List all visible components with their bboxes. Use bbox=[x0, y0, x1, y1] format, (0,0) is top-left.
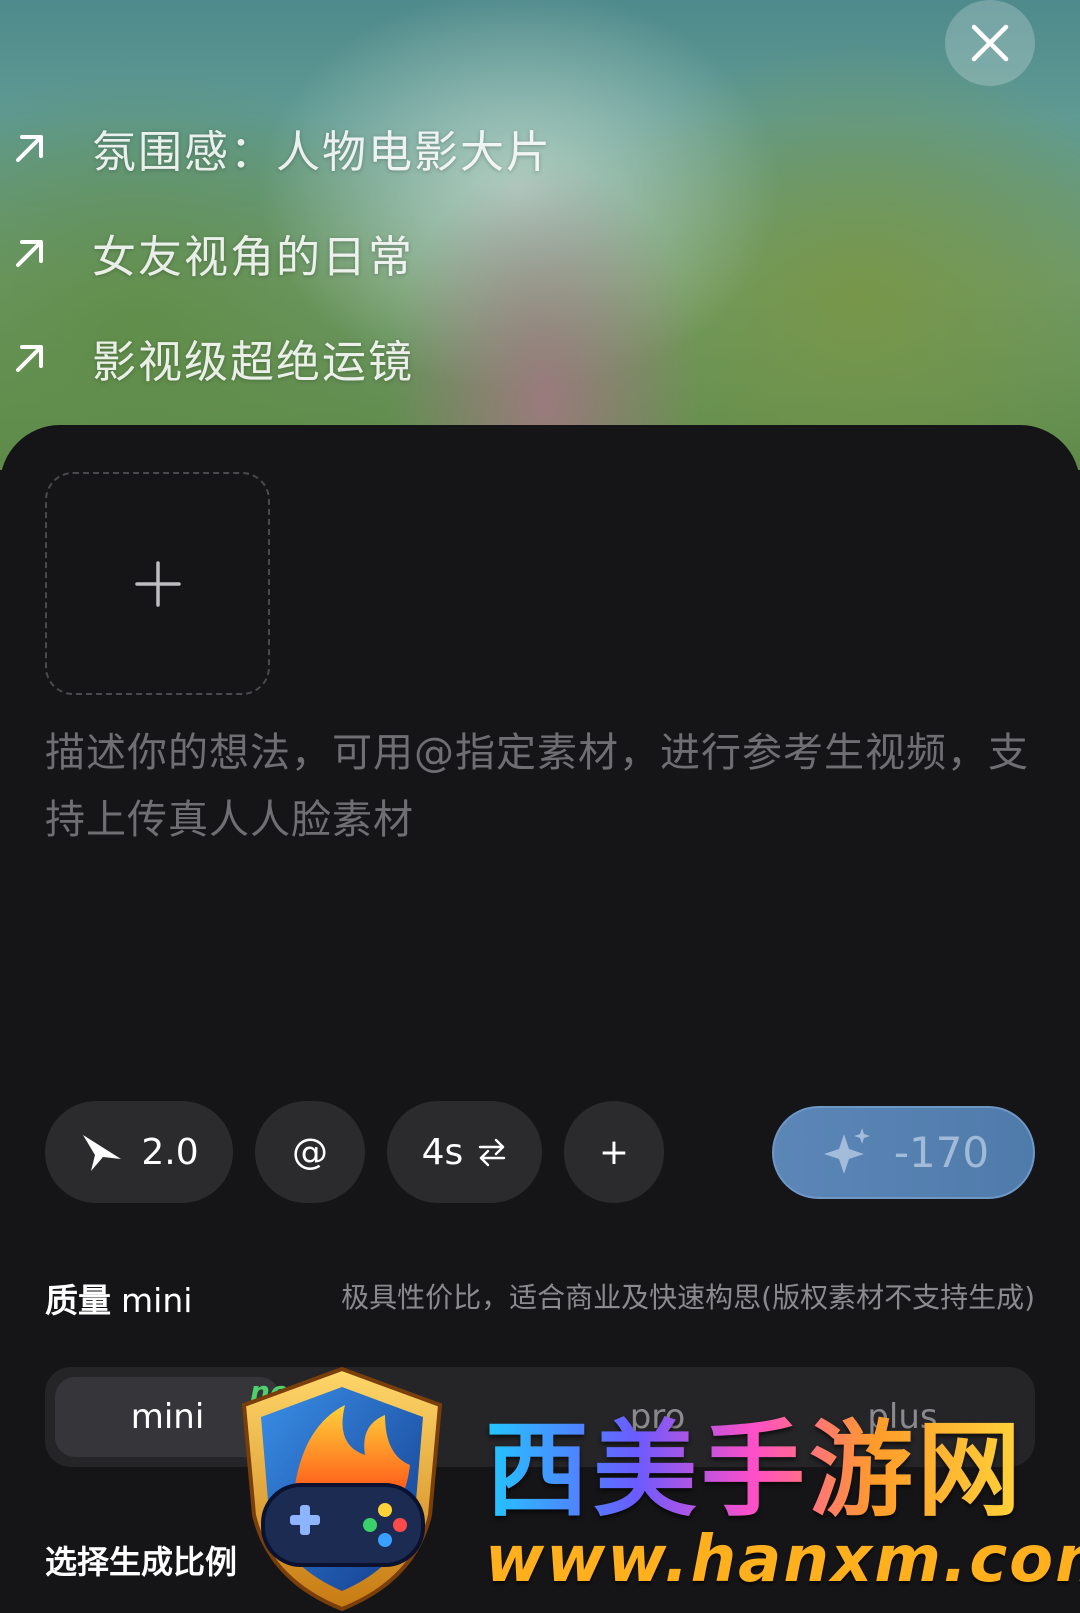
arrow-up-right-icon bbox=[16, 344, 43, 372]
prompt-input[interactable]: 描述你的想法，可用@指定素材，进行参考生视频，支持上传真人人脸素材 bbox=[45, 720, 1035, 854]
model-version-button[interactable]: 2.0 bbox=[45, 1101, 233, 1203]
more-options-button[interactable]: + bbox=[564, 1101, 664, 1203]
arrow-up-right-icon bbox=[16, 134, 43, 162]
quality-title: 质量 mini bbox=[45, 1274, 192, 1322]
mention-button[interactable]: @ bbox=[255, 1101, 365, 1203]
arrow-up-right-icon bbox=[16, 239, 43, 267]
shield-gamepad-logo-icon bbox=[241, 1366, 443, 1612]
quality-mode-label: mini bbox=[121, 1281, 193, 1320]
sparkle-icon bbox=[823, 1127, 870, 1174]
quality-description: 极具性价比，适合商业及快速构思(版权素材不支持生成) bbox=[341, 1281, 1035, 1314]
generate-cost: -170 bbox=[893, 1128, 990, 1177]
generate-button[interactable]: -170 bbox=[772, 1106, 1035, 1199]
suggestion-item[interactable]: 影视级超绝运镜 bbox=[0, 305, 700, 410]
toolbar: 2.0 @ 4s + -170 bbox=[45, 1101, 1035, 1203]
plus-icon bbox=[134, 560, 181, 607]
more-options-label: + bbox=[598, 1131, 630, 1173]
ratio-title: 选择生成比例 bbox=[45, 1543, 238, 1581]
suggestion-item[interactable]: 女友视角的日常 bbox=[0, 200, 700, 305]
duration-label: 4s bbox=[421, 1131, 464, 1173]
page: 氛围感：人物电影大片 女友视角的日常 影视级超绝运镜 描述你的想法，可用@指定素… bbox=[0, 0, 1080, 1613]
watermark-url: www.hanxm.com bbox=[485, 1523, 1080, 1597]
suggestion-item[interactable]: 氛围感：人物电影大片 bbox=[0, 95, 700, 200]
mention-label: @ bbox=[292, 1131, 328, 1173]
quality-row: 质量 mini 极具性价比，适合商业及快速构思(版权素材不支持生成) bbox=[45, 1270, 1035, 1320]
close-icon bbox=[971, 24, 1009, 62]
watermark-title: 西美手游网 bbox=[485, 1385, 1025, 1536]
quality-title-label: 质量 bbox=[45, 1281, 111, 1320]
close-button[interactable] bbox=[945, 0, 1035, 86]
duration-button[interactable]: 4s bbox=[387, 1101, 542, 1203]
model-version-label: 2.0 bbox=[141, 1131, 199, 1173]
model-logo-icon bbox=[83, 1135, 122, 1171]
watermark: 西美手游网 www.hanxm.com bbox=[235, 1365, 1080, 1613]
tab-label: mini bbox=[130, 1397, 205, 1437]
suggestion-label: 氛围感：人物电影大片 bbox=[92, 126, 552, 178]
suggestion-label: 女友视角的日常 bbox=[92, 231, 414, 283]
switch-arrows-icon bbox=[479, 1138, 506, 1167]
upload-material-button[interactable] bbox=[45, 472, 270, 695]
prompt-suggestions: 氛围感：人物电影大片 女友视角的日常 影视级超绝运镜 bbox=[0, 95, 700, 410]
suggestion-label: 影视级超绝运镜 bbox=[92, 336, 414, 388]
